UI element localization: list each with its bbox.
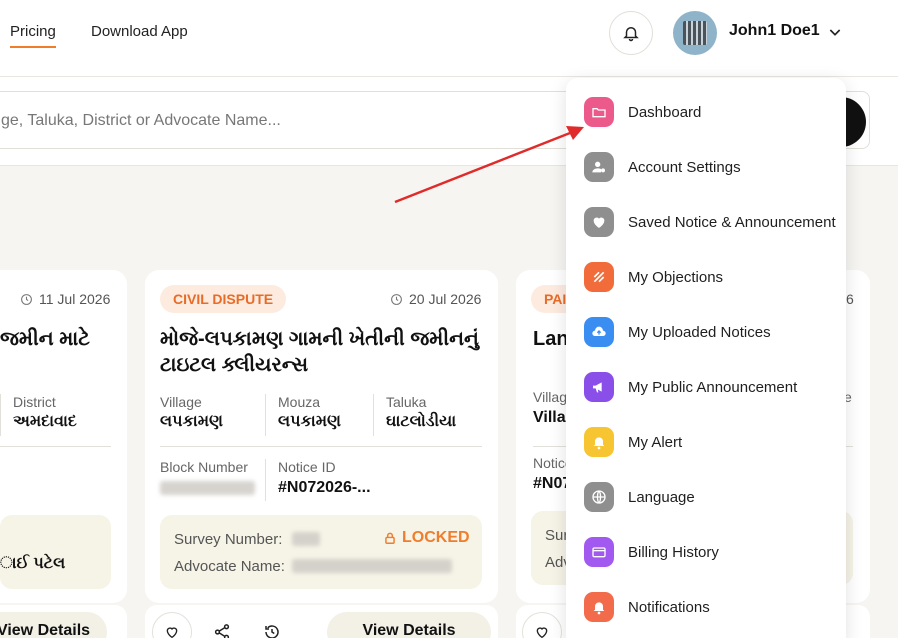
menu-item-billing-history[interactable]: Billing History [584,532,719,572]
notice-id-label: Notice ID [278,459,336,475]
menu-item-public-announcement[interactable]: My Public Announcement [584,367,797,407]
lock-icon [385,532,395,544]
notice-id-value: #N072026-... [278,479,371,496]
summary-box: Survey Number: LOCKED Advocate Name: [160,515,482,589]
village-value: લપકામણ [160,413,223,430]
globe-icon [584,482,614,512]
clock-icon [391,293,402,305]
survey-number-label: Sur [545,527,569,544]
category-badge: CIVIL DISPUTE [160,285,287,313]
advocate-name-blurred [292,559,452,573]
megaphone-icon [584,372,614,402]
heart-icon [584,207,614,237]
menu-item-uploaded-notices[interactable]: My Uploaded Notices [584,312,771,352]
district-label: District [13,394,56,410]
card-title: મોજે-લપકામણ ગામની ખેતીની જમીનનું ટાઇટલ ક… [160,328,479,376]
nav-pricing-link[interactable]: Pricing [10,23,56,48]
heart-icon [536,627,548,638]
card-title: જમીન માટે [0,328,90,350]
heart-icon [166,627,178,638]
taluka-label: Taluka [386,394,427,410]
menu-item-saved-notices[interactable]: Saved Notice & Announcement [584,202,836,242]
card-date: 20 Jul 2026 [390,291,481,307]
survey-number-label: Survey Number: [174,531,283,548]
search-placeholder: ge, Taluka, District or Advocate Name... [1,112,281,129]
village-label: Villag [533,389,567,405]
menu-item-my-objections[interactable]: My Objections [584,257,723,297]
notice-card[interactable]: CIVIL DISPUTE 20 Jul 2026 મોજે-લપકામણ ગા… [145,270,498,603]
bell-icon [623,27,639,42]
notification-bell-button[interactable] [609,11,653,55]
block-number-blurred [160,481,255,495]
card-date: 11 Jul 2026 [20,291,110,307]
locked-indicator[interactable]: LOCKED [383,529,470,547]
district-value: અમદાવાદ [13,413,77,430]
menu-item-language[interactable]: Language [584,477,695,517]
view-details-button[interactable]: View Details [327,612,491,638]
advocate-name-label: Advocate Name: [174,558,285,575]
card-date: 6 [846,291,854,307]
menu-item-account-settings[interactable]: Account Settings [584,147,741,187]
survey-number-blurred [292,532,320,546]
notice-card[interactable]: 11 Jul 2026 જમીન માટે District અમદાવાદ ા… [0,270,127,603]
top-navbar: Pricing Download App John1 Doe1 [0,0,898,77]
taluka-value: ઘાટલોડીયા [386,413,457,430]
mouza-label: Mouza [278,394,321,410]
summary-box: ાઈ પટેલ [0,515,111,589]
village-value: Villa [533,409,566,426]
menu-item-notifications[interactable]: Notifications [584,587,710,627]
objection-icon [584,262,614,292]
card-icon [584,537,614,567]
folder-icon [584,97,614,127]
user-gear-icon [584,152,614,182]
mouza-value: લપકામણ [278,413,341,430]
user-name[interactable]: John1 Doe1 [729,22,820,40]
block-number-label: Block Number [160,459,248,475]
menu-item-dashboard[interactable]: Dashboard [584,92,701,132]
bell-icon [584,427,614,457]
share-icon [214,624,230,638]
village-label: Village [160,394,202,410]
user-avatar[interactable] [673,11,717,55]
menu-item-my-alert[interactable]: My Alert [584,422,682,462]
user-dropdown-menu: Dashboard Account Settings Saved Notice … [566,78,846,638]
view-details-button[interactable]: View Details [0,612,107,638]
upload-cloud-icon [584,317,614,347]
chevron-down-icon[interactable] [827,24,843,40]
clock-icon [21,293,32,305]
history-icon [265,625,279,638]
nav-download-app-link[interactable]: Download App [91,23,188,40]
advocate-value: ાઈ પટેલ [0,555,66,572]
bell-alert-icon [584,592,614,622]
